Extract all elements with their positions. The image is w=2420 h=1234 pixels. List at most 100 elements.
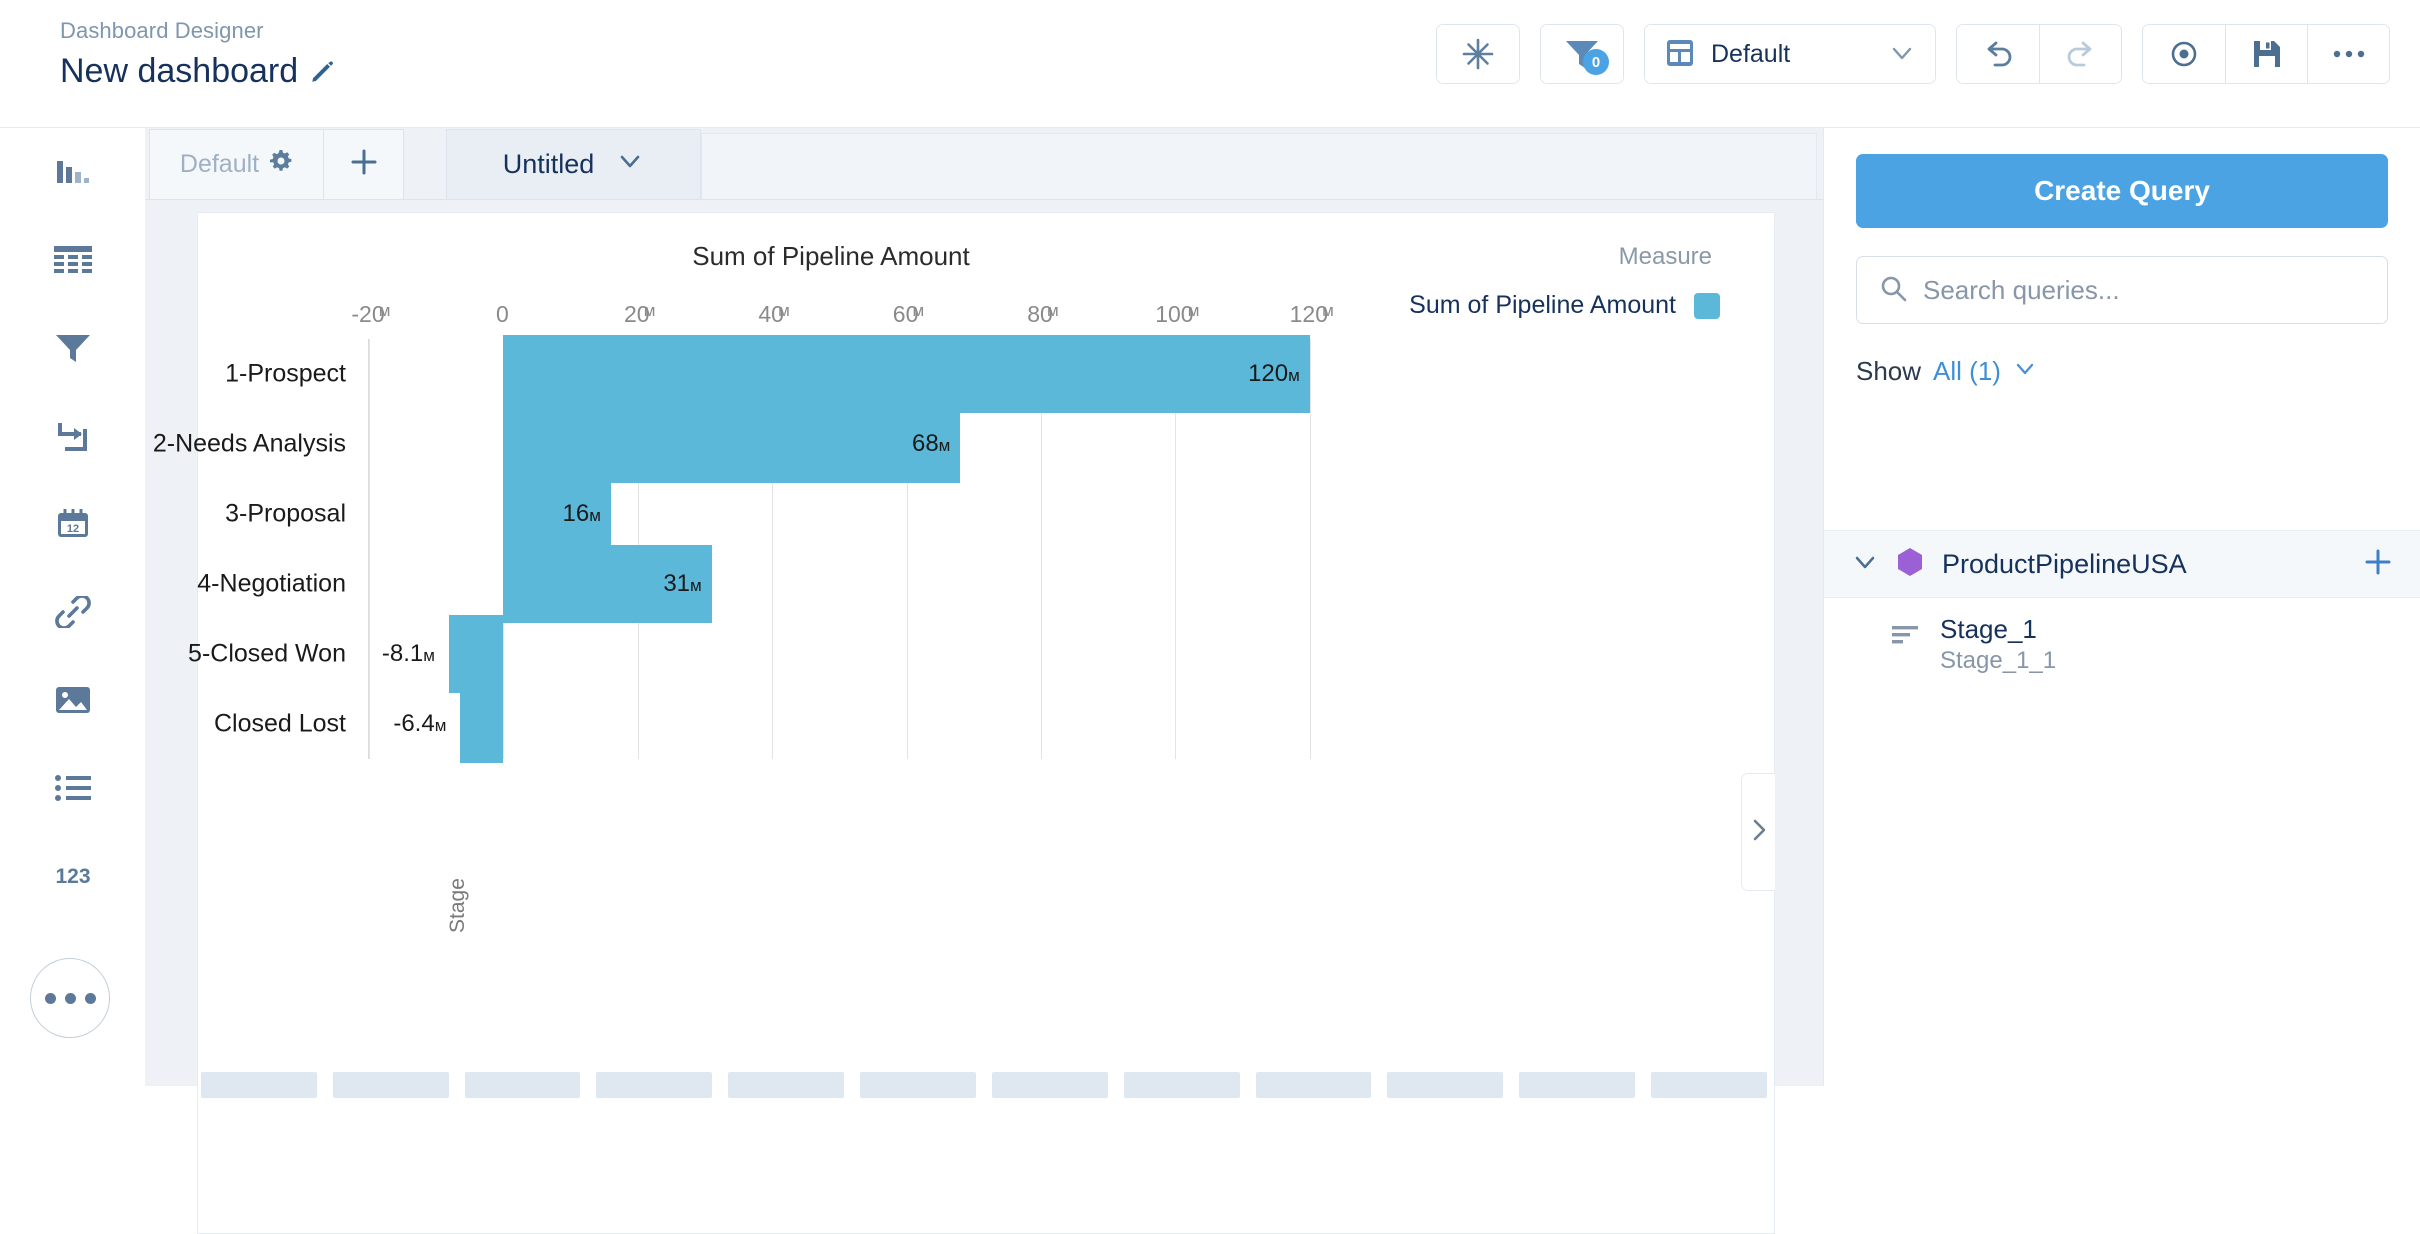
chevron-down-icon[interactable] [1852, 549, 1878, 580]
tab-default-label: Default [180, 150, 259, 179]
tab-default[interactable]: Default [149, 129, 324, 199]
layout-icon [1665, 38, 1695, 71]
grid-cell [465, 1072, 581, 1098]
search-input[interactable] [1923, 275, 2365, 306]
y-axis-label: Stage [446, 878, 470, 933]
layout-select-value: Default [1711, 40, 1873, 69]
plus-icon [349, 147, 379, 182]
grid-cell [860, 1072, 976, 1098]
bar-value-label: -6.4м [393, 712, 446, 736]
bar-value-label: 68м [912, 432, 950, 456]
actions-group [2142, 24, 2390, 84]
x-axis-tick-label: 120м [1290, 301, 1328, 328]
grid-cell [992, 1072, 1108, 1098]
y-axis-category-label: 5-Closed Won [188, 640, 346, 669]
grid-cell [333, 1072, 449, 1098]
grid-cell [201, 1072, 317, 1098]
x-axis-ticks: -20м020м40м60м80м100м120м [368, 301, 1376, 331]
save-button[interactable] [2225, 25, 2307, 83]
image-icon [55, 686, 91, 714]
create-query-button[interactable]: Create Query [1856, 154, 2388, 228]
search-queries-box[interactable] [1856, 256, 2388, 324]
legend-swatch[interactable] [1694, 293, 1720, 319]
grid-cell [1387, 1072, 1503, 1098]
filter-count-badge: 0 [1583, 49, 1609, 75]
sidebar-item-chart[interactable] [0, 128, 145, 216]
tab-strip: Default Untitled [145, 128, 1823, 200]
redo-button[interactable] [2039, 25, 2121, 83]
plot-area: 120м68м16м31м-8.1м-6.4м [368, 339, 1376, 759]
search-icon [1879, 274, 1907, 307]
query-panel: Create Query Show All (1) ProductPipelin… [1823, 128, 2420, 1086]
page-title: New dashboard [60, 52, 298, 91]
add-tab-button[interactable] [324, 129, 404, 199]
grid-cell [1519, 1072, 1635, 1098]
gridline [369, 339, 370, 759]
grid-cell [728, 1072, 844, 1098]
gear-icon[interactable] [269, 149, 293, 180]
chart-plot: -20м020м40м60м80м100м120м 120м 68м 16м 31м -… [368, 301, 1376, 773]
header-titles: Dashboard Designer New dashboard [60, 18, 334, 91]
svg-text:123: 123 [55, 865, 90, 888]
y-axis-category-label: 3-Proposal [225, 500, 346, 529]
panel-collapse-handle[interactable] [1741, 773, 1775, 891]
chart-title: Sum of Pipeline Amount [198, 241, 1774, 272]
list-icon [55, 775, 91, 801]
more-options-button[interactable] [2307, 25, 2389, 83]
filter-button[interactable]: 0 [1541, 25, 1623, 83]
y-axis-category-label: Closed Lost [214, 710, 346, 739]
ellipsis-icon [2332, 48, 2366, 60]
effects-group [1436, 24, 1520, 84]
show-value[interactable]: All (1) [1933, 356, 2001, 387]
x-axis-tick-label: -20м [351, 301, 384, 328]
chart-title-text: Sum of Pipeline Amount [692, 241, 970, 271]
tab-strip-empty-area [701, 133, 1817, 199]
query-list-item[interactable]: Stage_1 Stage_1_1 [1824, 608, 2420, 688]
grid-cell [1256, 1072, 1372, 1098]
gridline [1310, 339, 1311, 759]
link-icon [55, 596, 91, 628]
chart-bar[interactable] [460, 685, 503, 763]
sidebar-item-filter[interactable] [0, 304, 145, 392]
number-icon: 123 [50, 864, 96, 888]
sidebar-more-button[interactable] [30, 958, 110, 1038]
layout-select-group: Default [1644, 24, 1936, 84]
bar-value-label: -8.1м [382, 642, 435, 666]
query-icon [1892, 624, 1920, 651]
chart-icon [55, 155, 91, 189]
chevron-down-icon[interactable] [2013, 356, 2037, 387]
sidebar-item-date[interactable]: 12 [0, 480, 145, 568]
tab-untitled[interactable]: Untitled [446, 129, 701, 199]
sidebar-item-image[interactable] [0, 656, 145, 744]
eye-icon [2168, 38, 2200, 70]
sidebar-item-list[interactable] [0, 744, 145, 832]
canvas-grid-placeholders [145, 1072, 1823, 1102]
sidebar-item-link-selection[interactable] [0, 392, 145, 480]
datasource-row[interactable]: ProductPipelineUSA [1824, 530, 2420, 598]
datasource-name: ProductPipelineUSA [1942, 549, 2345, 580]
bar-value-label: 31м [663, 572, 701, 596]
undo-button[interactable] [1957, 25, 2039, 83]
sidebar-item-link[interactable] [0, 568, 145, 656]
chart-bar[interactable] [503, 335, 1309, 413]
preview-button[interactable] [2143, 25, 2225, 83]
breadcrumb: Dashboard Designer [60, 18, 334, 44]
link-selection-icon [55, 419, 91, 453]
tab-untitled-label: Untitled [503, 149, 595, 180]
sidebar-item-number[interactable]: 123 [0, 832, 145, 920]
effects-button[interactable] [1437, 25, 1519, 83]
bar-value-label: 16м [563, 502, 601, 526]
layout-select[interactable]: Default [1645, 25, 1935, 83]
chevron-down-icon[interactable] [616, 147, 644, 182]
query-subtitle: Stage_1_1 [1940, 647, 2056, 675]
header-toolbar: 0 Default [1436, 24, 2390, 84]
x-axis-tick-label: 80м [1027, 301, 1053, 328]
sidebar-item-table[interactable] [0, 216, 145, 304]
chart-bar[interactable] [503, 405, 960, 483]
plus-icon[interactable] [2363, 547, 2393, 582]
y-axis-category-label: 2-Needs Analysis [153, 430, 346, 459]
pencil-icon[interactable] [310, 60, 334, 84]
dashboard-title-row: New dashboard [60, 52, 334, 91]
widget-rail: 12 123 [0, 128, 145, 1086]
chart-bar[interactable] [449, 615, 503, 693]
